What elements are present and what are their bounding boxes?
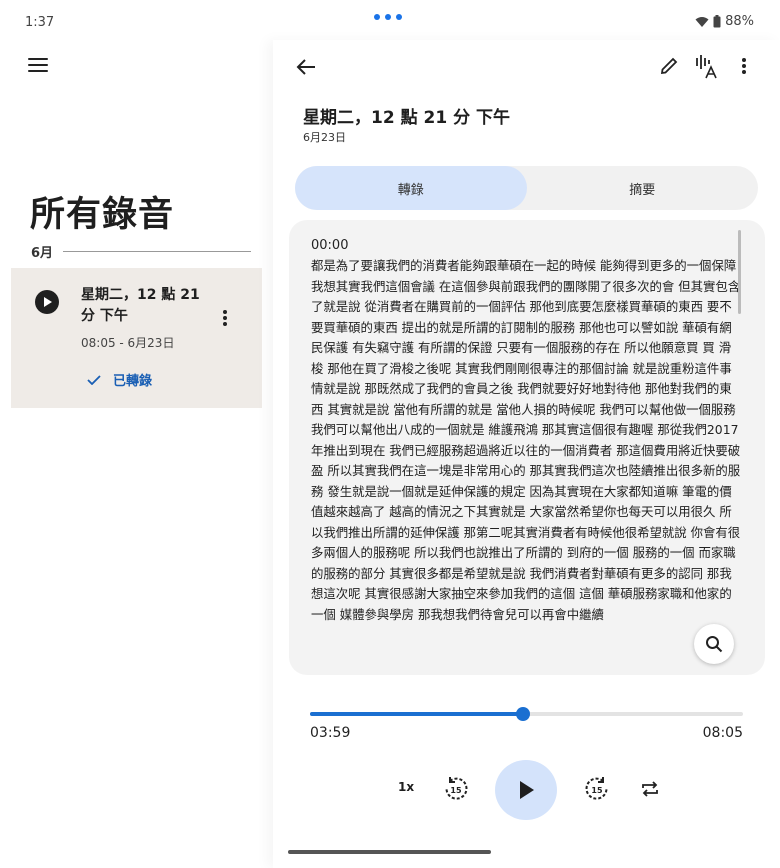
divider	[63, 251, 251, 252]
transcript-timestamp: 00:00	[311, 238, 349, 253]
current-time: 03:59	[310, 725, 351, 741]
total-time: 08:05	[702, 725, 743, 741]
recording-detail-pane: 星期二，12 點 21 分 下午 6月23日 轉錄 摘要 00:00 都是為了要…	[273, 40, 780, 868]
transcript-panel[interactable]: 00:00 都是為了要讓我們的消費者能夠跟華碩在一起的時候 能夠得到更多的一個保…	[289, 220, 765, 675]
transcribed-label: 已轉錄	[113, 374, 153, 389]
search-icon	[706, 636, 723, 653]
playback-controls: 1x 15 15	[273, 760, 780, 820]
seek-bar-handle[interactable]	[516, 707, 531, 721]
recordings-list-pane: 所有錄音 6月 星期二，12 點 21 分 下午 08:05 - 6月23日 已…	[0, 40, 273, 868]
forward-15-icon[interactable]: 15	[584, 776, 610, 802]
gesture-nav-bar	[288, 850, 491, 854]
status-dots-indicator	[374, 14, 402, 20]
recording-date: 08:05 - 6月23日	[81, 336, 175, 350]
check-icon	[87, 374, 101, 385]
playback-speed-button[interactable]: 1x	[398, 780, 414, 794]
edit-pencil-icon[interactable]	[659, 56, 679, 76]
back-arrow-icon[interactable]	[295, 56, 317, 78]
screen: 1:37 88% 所有錄音 6月 星期二，12 點 21 分 下午 08:05 …	[0, 0, 780, 868]
status-indicators: 88%	[695, 14, 754, 29]
speaker-label-icon[interactable]	[693, 52, 721, 80]
rewind-15-icon[interactable]: 15	[443, 776, 469, 802]
transcript-text: 都是為了要讓我們的消費者能夠跟華碩在一起的時候 能夠得到更多的一個保障 我想其實…	[311, 258, 741, 622]
tab-transcript[interactable]: 轉錄	[295, 166, 527, 210]
rewind-label: 15	[450, 786, 462, 795]
recording-detail-date: 6月23日	[303, 131, 346, 144]
menu-icon[interactable]	[28, 58, 48, 74]
recording-list-item[interactable]: 星期二，12 點 21 分 下午 08:05 - 6月23日 已轉錄	[11, 268, 262, 408]
tab-summary[interactable]: 摘要	[527, 166, 759, 210]
seek-bar-fill	[310, 712, 524, 716]
forward-label: 15	[591, 786, 603, 795]
more-vert-icon[interactable]	[220, 310, 230, 328]
play-button[interactable]	[495, 760, 557, 820]
transcribed-status: 已轉錄	[87, 370, 152, 389]
overflow-menu-icon[interactable]	[741, 58, 747, 76]
recording-detail-title: 星期二，12 點 21 分 下午	[303, 108, 510, 128]
status-time: 1:37	[25, 15, 55, 30]
month-header: 6月	[31, 242, 251, 261]
play-icon[interactable]	[35, 290, 59, 314]
recording-title: 星期二，12 點 21 分 下午	[81, 287, 200, 324]
month-label: 6月	[31, 246, 54, 261]
page-title: 所有錄音	[30, 195, 175, 235]
battery-icon	[713, 15, 721, 28]
search-button[interactable]	[694, 624, 734, 664]
repeat-icon[interactable]	[640, 779, 660, 799]
scrollbar[interactable]	[738, 230, 741, 314]
playback-seek-bar[interactable]	[310, 707, 743, 721]
tab-bar: 轉錄 摘要	[295, 166, 758, 210]
wifi-icon	[695, 16, 709, 27]
battery-percent: 88%	[725, 14, 754, 29]
